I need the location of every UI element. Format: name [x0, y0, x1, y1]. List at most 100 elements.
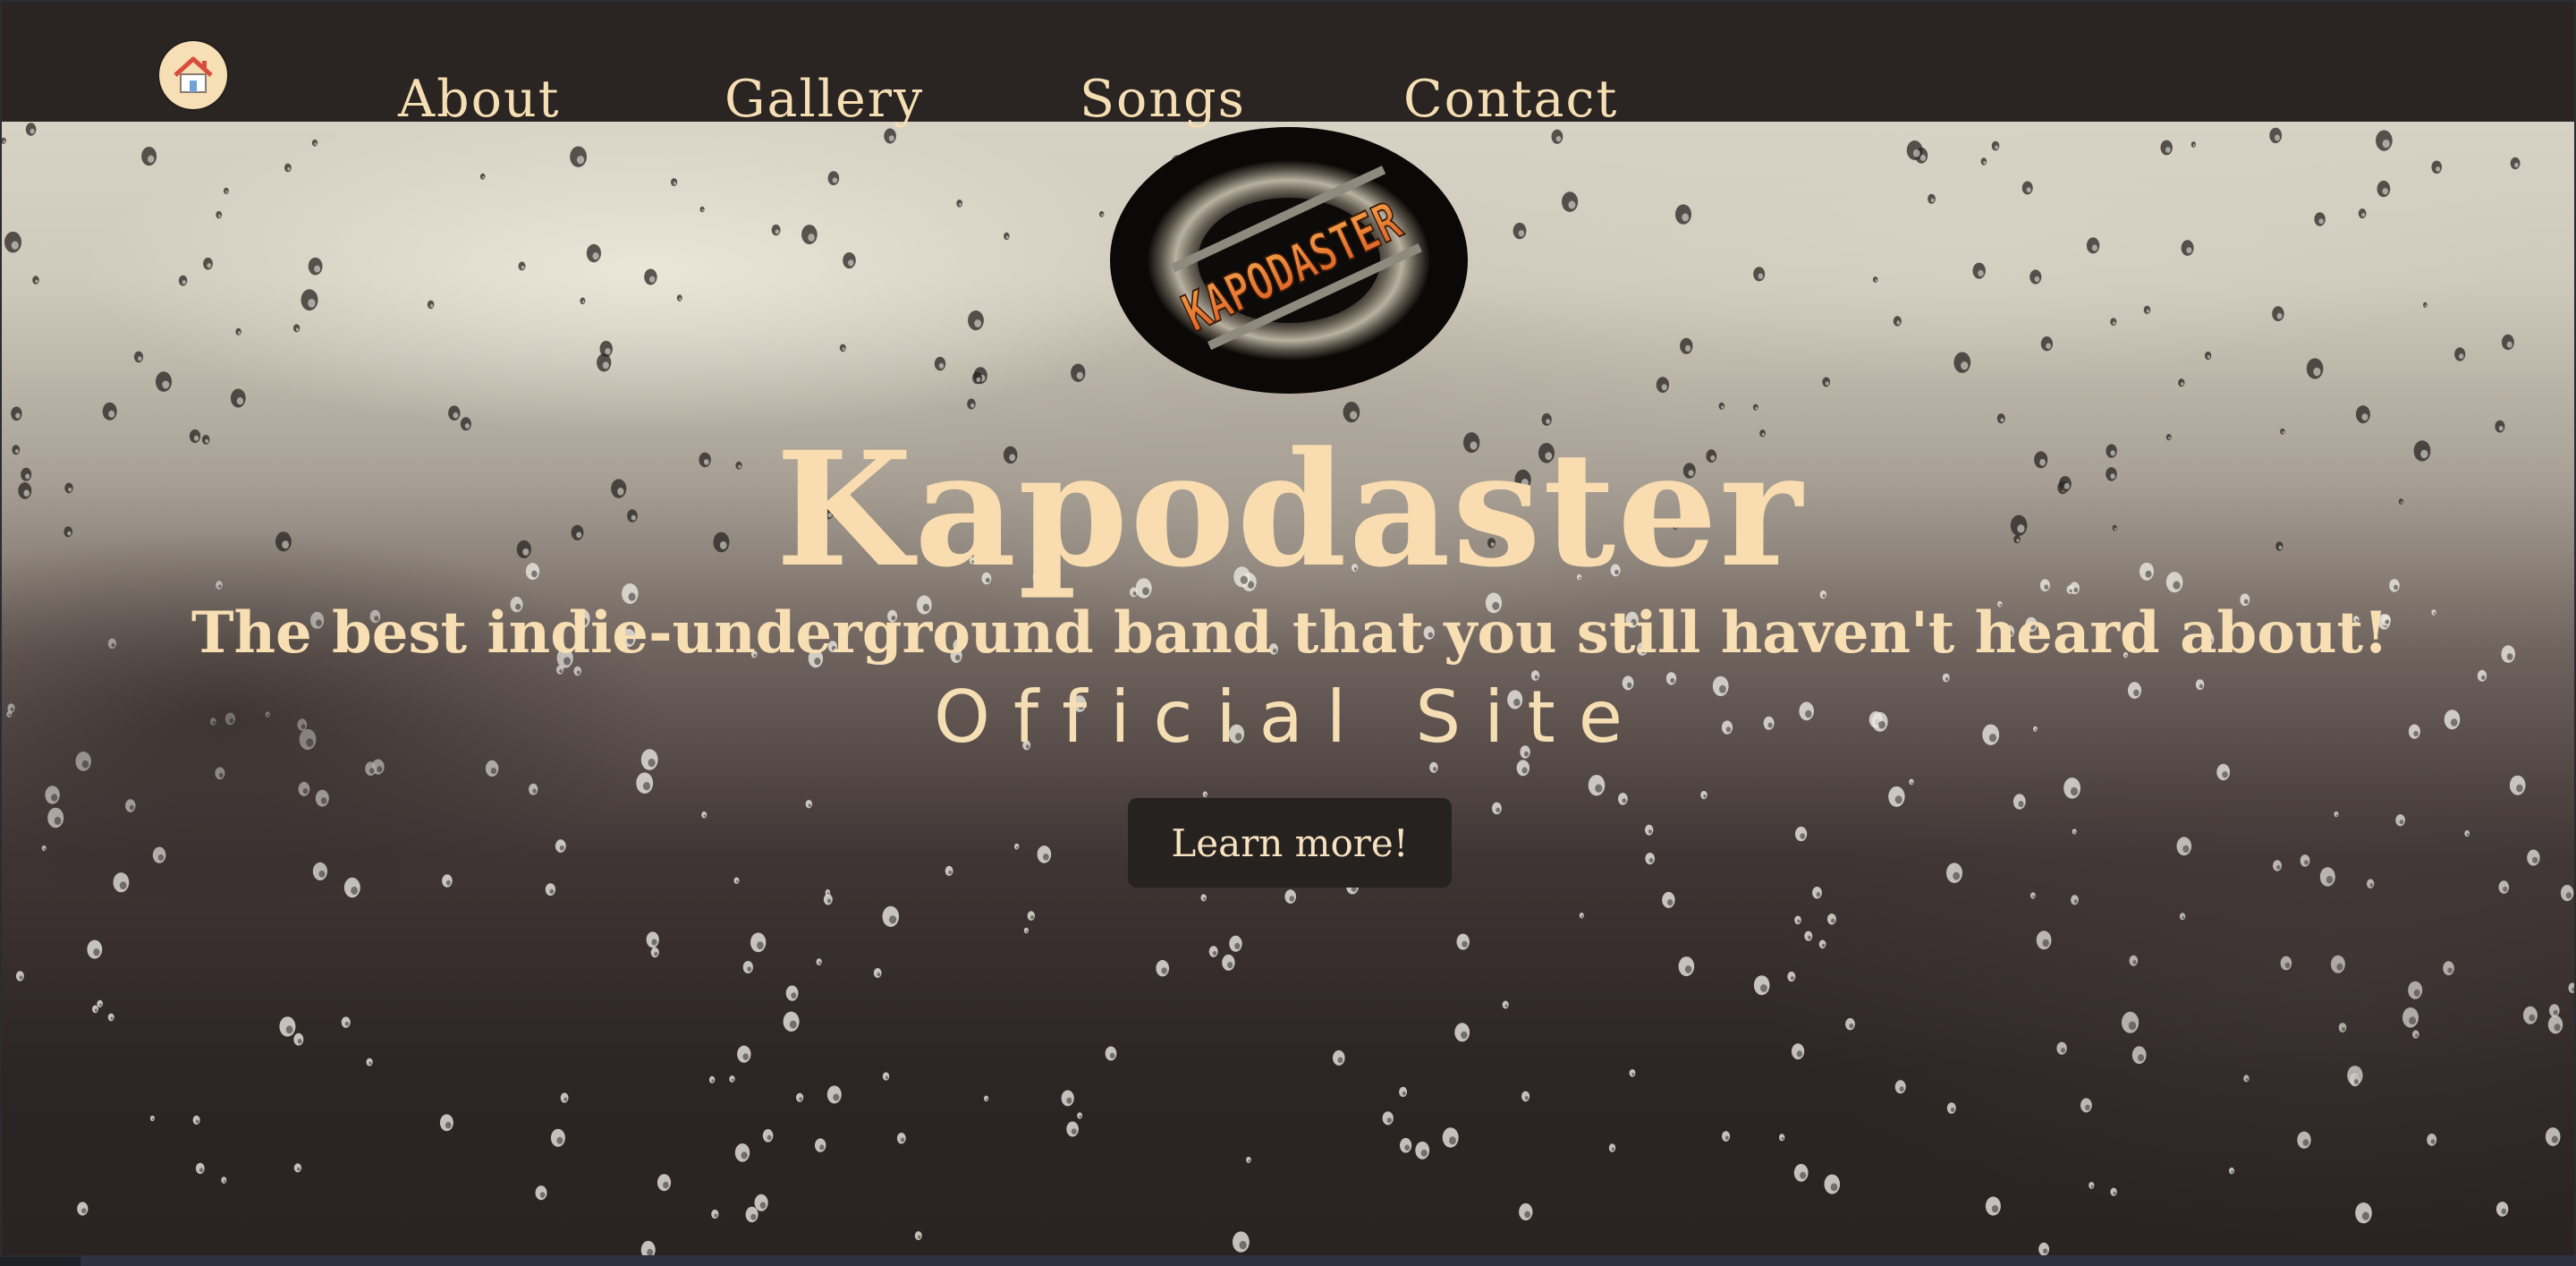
raindrop: [771, 224, 781, 236]
raindrop-highlight: [532, 788, 537, 794]
raindrop: [141, 147, 157, 166]
raindrop-highlight: [2313, 367, 2321, 377]
raindrop-highlight: [2276, 864, 2281, 870]
raindrop-highlight: [199, 1168, 204, 1173]
raindrop: [312, 862, 327, 881]
nav-songs-link[interactable]: Songs: [1080, 70, 1246, 129]
raindrop: [308, 257, 323, 276]
raindrop: [2376, 130, 2393, 151]
raindrop-highlight: [2413, 989, 2420, 997]
raindrop-highlight: [1875, 279, 1877, 282]
raindrop-highlight: [731, 1078, 734, 1082]
raindrop: [1454, 1023, 1470, 1042]
raindrop-highlight: [308, 299, 316, 308]
raindrop: [216, 210, 223, 219]
nav-contact-link[interactable]: Contact: [1403, 70, 1618, 129]
raindrop-highlight: [1555, 136, 1562, 142]
raindrop-highlight: [108, 410, 115, 418]
raindrop-highlight: [2181, 382, 2184, 386]
raindrop-highlight: [148, 155, 155, 163]
raindrop-highlight: [808, 803, 811, 807]
raindrop-highlight: [1896, 320, 1901, 325]
raindrop: [45, 786, 60, 804]
raindrop-highlight: [138, 356, 142, 361]
raindrop-highlight: [2361, 413, 2368, 421]
raindrop: [1502, 1000, 1509, 1009]
raindrop: [1906, 140, 1923, 160]
raindrop: [1608, 1143, 1616, 1152]
nav-about-link[interactable]: About: [398, 70, 561, 129]
raindrop: [15, 971, 24, 981]
raindrop-highlight: [2399, 820, 2404, 825]
raindrop: [1513, 222, 1527, 240]
nav-gallery-link[interactable]: Gallery: [724, 70, 924, 129]
raindrop: [1793, 1163, 1809, 1182]
raindrop-highlight: [236, 397, 244, 405]
raindrop-highlight: [2436, 166, 2441, 172]
raindrop-highlight: [2554, 1024, 2561, 1032]
raindrop-highlight: [2361, 1211, 2369, 1220]
raindrop-highlight: [539, 1192, 546, 1198]
raindrop: [2334, 811, 2339, 818]
raindrop: [41, 845, 47, 852]
raindrop: [279, 1016, 296, 1037]
raindrop-highlight: [842, 347, 845, 351]
raindrop-highlight: [549, 888, 555, 895]
raindrop: [1753, 267, 1766, 282]
raindrop-highlight: [285, 1025, 293, 1034]
raindrop-highlight: [1781, 1136, 1784, 1141]
raindrop: [2089, 1182, 2095, 1189]
raindrop: [676, 294, 682, 302]
learn-more-button[interactable]: Learn more!: [1128, 798, 1452, 888]
raindrop: [293, 1163, 301, 1173]
raindrop: [1105, 1046, 1117, 1061]
raindrop: [2306, 358, 2324, 379]
raindrop: [518, 261, 526, 271]
raindrop-highlight: [701, 208, 704, 212]
raindrop: [125, 799, 136, 812]
raindrop-highlight: [654, 951, 658, 956]
raindrop: [2395, 814, 2405, 827]
raindrop-highlight: [2165, 147, 2171, 153]
raindrop-highlight: [1816, 892, 1821, 897]
raindrop-highlight: [832, 177, 838, 183]
raindrop: [448, 405, 461, 421]
raindrop: [839, 344, 846, 353]
raindrop-highlight: [2553, 1009, 2558, 1015]
raindrop: [293, 1032, 304, 1046]
raindrop-highlight: [2042, 939, 2049, 947]
raindrop-highlight: [51, 794, 58, 802]
raindrop: [745, 1206, 758, 1223]
raindrop: [2143, 305, 2151, 314]
raindrop: [11, 406, 22, 421]
raindrop-highlight: [93, 948, 100, 956]
raindrop: [4, 231, 21, 253]
raindrop-highlight: [2447, 967, 2453, 973]
raindrop-highlight: [1079, 1115, 1082, 1118]
raindrop-highlight: [2090, 1185, 2094, 1188]
raindrop: [1722, 1131, 1731, 1142]
raindrop-highlight: [1462, 940, 1468, 947]
raindrop-highlight: [885, 1075, 889, 1080]
raindrop-highlight: [2182, 915, 2185, 920]
raindrop-highlight: [1234, 942, 1241, 949]
raindrop-highlight: [1648, 858, 1654, 863]
raindrop: [1795, 826, 1808, 842]
raindrop-highlight: [1204, 794, 1208, 796]
raindrop-highlight: [2073, 899, 2078, 904]
raindrop-highlight: [2382, 188, 2388, 195]
raindrop-highlight: [2430, 1139, 2436, 1144]
raindrop-highlight: [2514, 162, 2519, 168]
raindrop: [2547, 1015, 2563, 1034]
raindrop: [1551, 129, 1563, 144]
raindrop-highlight: [757, 941, 764, 949]
raindrop-highlight: [2061, 1048, 2065, 1053]
raindrop: [1415, 1141, 1430, 1160]
raindrop-highlight: [318, 870, 326, 878]
home-icon[interactable]: [159, 41, 227, 109]
raindrop: [2029, 269, 2042, 285]
raindrop: [92, 1005, 98, 1014]
raindrop-highlight: [976, 377, 981, 383]
raindrop: [1985, 1196, 2001, 1216]
raindrop: [1792, 1043, 1805, 1060]
